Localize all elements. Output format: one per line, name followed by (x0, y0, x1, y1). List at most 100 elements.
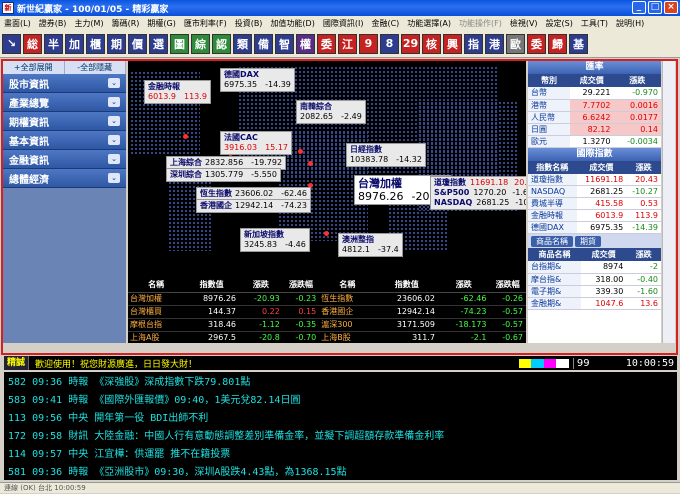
map-index-box-sea[interactable]: 新加坡指數 3245.83 -4.46 (240, 228, 310, 252)
menu-item[interactable]: 加值功能(D) (266, 18, 318, 29)
map-index-box-nikkei[interactable]: 日經指數 10383.78 -14.32 (346, 143, 426, 167)
toolbar-button[interactable]: 指 (464, 33, 483, 54)
toolbar-button[interactable]: 委 (317, 33, 336, 54)
toolbar-button[interactable]: 權 (296, 33, 315, 54)
table-row[interactable]: 電子期& 339.30 -1.60 (528, 285, 661, 298)
menu-item[interactable]: 期權(G) (143, 18, 179, 29)
table-row[interactable]: 摩台指& 318.00 -0.40 (528, 273, 661, 286)
map-index-box-aus[interactable]: 澳洲整指 4812.1 -37.4 (338, 233, 403, 257)
minimize-button[interactable]: _ (632, 1, 646, 14)
toolbar-button[interactable]: 8 (380, 33, 399, 54)
table-row[interactable]: 日圓 82.12 0.14 (528, 123, 661, 136)
toolbar-button[interactable]: 認 (212, 33, 231, 54)
menu-item[interactable]: 證券(B) (35, 18, 71, 29)
table-row[interactable]: 道瓊指數 11691.18 20.43 (528, 173, 661, 186)
news-item[interactable]: 114 09:57 中央 江宜樺：供運罷 推不在籍投票 (8, 446, 673, 464)
collapse-all-button[interactable]: -全部隱藏 (65, 61, 126, 74)
sidebar-item-label: 基本資訊 (9, 136, 49, 148)
table-row[interactable]: 金融時報 6013.9 113.9 (528, 209, 661, 222)
toolbar-button[interactable]: 半 (44, 33, 63, 54)
table-row[interactable]: 台指期& 8974 -2 (528, 261, 661, 274)
news-item[interactable]: 113 09:56 中央 開年第一役 BDI出師不利 (8, 410, 673, 428)
table-row[interactable]: 歐元 1.3270 -0.0034 (528, 135, 661, 148)
menu-item[interactable]: 投資(B) (231, 18, 267, 29)
news-item[interactable]: 172 09:58 財訊 大陸金融：中國人行有意動態調整差別準備金率，並擬下調超… (8, 428, 673, 446)
toolbar-button[interactable]: 核 (422, 33, 441, 54)
menu-item[interactable]: 匯市利率(F) (180, 18, 231, 29)
sidebar-item[interactable]: 期權資訊 ⌄ (3, 112, 126, 131)
menu-item[interactable]: 國際資訊(I) (319, 18, 368, 29)
toolbar-button[interactable]: 類 (233, 33, 252, 54)
map-index-box-gold[interactable]: 金融時報 6013.9 113.9 (144, 80, 211, 104)
chevron-down-icon[interactable]: ⌄ (108, 135, 120, 145)
toolbar-button[interactable]: 基 (569, 33, 588, 54)
table-row[interactable]: 港幣 7.7702 0.0016 (528, 99, 661, 112)
table-row[interactable]: 上海A股 2967.5 -20.8 -0.70 上海B股 311.7 -2.1 -0.67 (128, 331, 526, 343)
sidebar-item[interactable]: 總體經濟 ⌄ (3, 169, 126, 188)
toolbar-button[interactable]: 江 (338, 33, 357, 54)
futures-select[interactable]: 期貨 (575, 235, 601, 247)
sidebar-item[interactable]: 基本資訊 ⌄ (3, 131, 126, 150)
table-row[interactable]: 台灣加權 8976.26 -20.93 -0.23 恆生指數 23606.02 -62.46… (128, 292, 526, 306)
menu-item[interactable]: 主力(M) (70, 18, 107, 29)
chevron-down-icon[interactable]: ⌄ (108, 173, 120, 183)
toolbar-button[interactable]: 圖 (170, 33, 189, 54)
toolbar-button[interactable]: 9 (359, 33, 378, 54)
table-row[interactable]: 德國DAX 6975.35 -14.39 (528, 221, 661, 234)
map-index-box-us[interactable]: 道瓊指數 11691.18 20.43 S&P5001270.20 -1.67 NASDA… (430, 176, 526, 210)
news-item[interactable]: 581 09:36 時報 《亞洲股市》09:30，深圳A股跌4.43點，為136… (8, 464, 673, 480)
expand-all-button[interactable]: +全部展開 (3, 61, 65, 74)
news-item[interactable]: 583 09:41 時報 《國際外匯報價》09:40，1美元兌82.14日圓 (8, 392, 673, 410)
chevron-down-icon[interactable]: ⌄ (108, 116, 120, 126)
sidebar-item[interactable]: 金融資訊 ⌄ (3, 150, 126, 169)
close-button[interactable]: × (664, 1, 678, 14)
map-index-box-korea[interactable]: 南韓綜合 2082.65 -2.49 (296, 100, 366, 124)
toolbar-button[interactable]: 総 (23, 33, 42, 54)
toolbar-button[interactable]: 歸 (548, 33, 567, 54)
toolbar-button[interactable]: 綜 (191, 33, 210, 54)
product-select[interactable]: 商品名稱 (531, 235, 573, 247)
map-index-box-cac[interactable]: 法國CAC 3916.03 15.17 (220, 131, 292, 155)
chevron-down-icon[interactable]: ⌄ (108, 97, 120, 107)
map-index-box-shenzhen[interactable]: 深圳綜合 1305.779 -5.550 (166, 168, 281, 182)
toolbar-button[interactable]: 29 (401, 33, 420, 54)
table-row[interactable]: 台幣 29.221 -0.970 (528, 87, 661, 100)
toolbar-button[interactable]: 期 (107, 33, 126, 54)
toolbar-button[interactable]: ↘ (2, 33, 21, 54)
chevron-down-icon[interactable]: ⌄ (108, 154, 120, 164)
map-index-box-hkcn[interactable]: 香港國企 12942.14 -74.23 (196, 199, 311, 213)
sidebar-item[interactable]: 產業總覽 ⌄ (3, 93, 126, 112)
vertical-scrollbar[interactable] (662, 61, 675, 343)
menu-item[interactable]: 功能操作(F) (455, 18, 506, 29)
toolbar-button[interactable]: 櫃 (86, 33, 105, 54)
toolbar-button[interactable]: 委 (527, 33, 546, 54)
chevron-down-icon[interactable]: ⌄ (108, 78, 120, 88)
table-row[interactable]: 摩根台指 318.46 -1.12 -0.35 滬深300 3171.509 -18.173… (128, 318, 526, 332)
table-row[interactable]: 金融期& 1047.6 13.6 (528, 297, 661, 310)
maximize-button[interactable]: □ (648, 1, 662, 14)
menu-item[interactable]: 金融(C) (367, 18, 403, 29)
table-row[interactable]: NASDAQ 2681.25 -10.27 (528, 185, 661, 198)
toolbar-button[interactable]: 興 (443, 33, 462, 54)
table-row[interactable]: 台灣櫃買 144.37 0.22 0.15 香港國企 12942.14 -74.23 -0.5… (128, 305, 526, 319)
sidebar-item[interactable]: 股市資訊 ⌄ (3, 74, 126, 93)
table-row[interactable]: 人民幣 6.6242 0.0177 (528, 111, 661, 124)
menu-item[interactable]: 工具(T) (577, 18, 612, 29)
index-name: 日經指數 (350, 145, 382, 154)
toolbar-button[interactable]: 加 (65, 33, 84, 54)
menu-item[interactable]: 畫面(L) (0, 18, 35, 29)
news-item[interactable]: 582 09:36 時報 《深強股》深成指數下跌79.801點 (8, 374, 673, 392)
menu-item[interactable]: 設定(S) (542, 18, 577, 29)
toolbar-button[interactable]: 歐 (506, 33, 525, 54)
toolbar-button[interactable]: 智 (275, 33, 294, 54)
menu-item[interactable]: 籌碼(R) (108, 18, 144, 29)
toolbar-button[interactable]: 價 (128, 33, 147, 54)
menu-item[interactable]: 說明(H) (612, 18, 648, 29)
toolbar-button[interactable]: 港 (485, 33, 504, 54)
toolbar-button[interactable]: 選 (149, 33, 168, 54)
menu-item[interactable]: 檢視(V) (506, 18, 542, 29)
map-index-box-dax[interactable]: 德國DAX 6975.35 -14.39 (220, 68, 295, 92)
toolbar-button[interactable]: 備 (254, 33, 273, 54)
table-row[interactable]: 費城半導 415.58 0.53 (528, 197, 661, 210)
menu-item[interactable]: 功能選擇(A) (403, 18, 455, 29)
